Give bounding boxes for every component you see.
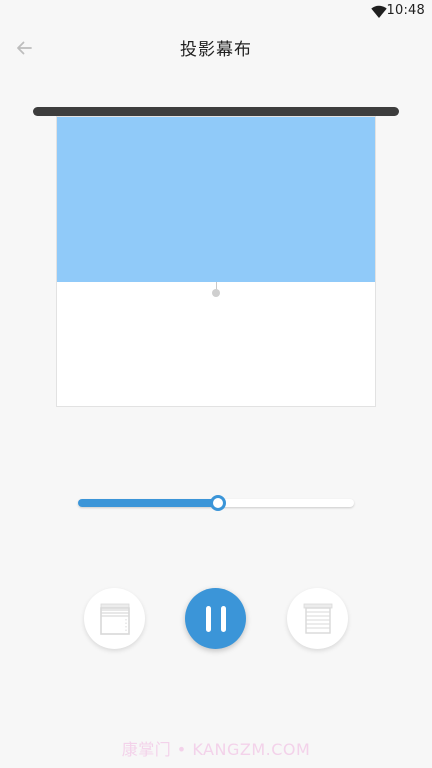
screen-canvas (56, 116, 376, 407)
blind-open-icon (99, 603, 130, 635)
control-buttons (0, 588, 432, 652)
close-button[interactable] (287, 588, 348, 649)
pause-icon (205, 605, 226, 632)
page-title: 投影幕布 (180, 40, 252, 60)
app-bar: 投影幕布 (0, 24, 432, 70)
screen-fabric (57, 117, 375, 282)
projection-screen (33, 106, 399, 407)
pause-button[interactable] (185, 588, 246, 649)
open-button[interactable] (84, 588, 145, 649)
slider-fill (78, 499, 218, 507)
watermark: 康掌门 • KANGZM.COM (121, 740, 311, 759)
slider-thumb[interactable] (210, 495, 226, 511)
position-slider[interactable] (78, 494, 354, 512)
pull-knob[interactable] (212, 289, 220, 297)
status-bar: 10:48 (0, 0, 432, 24)
blind-close-icon (303, 603, 332, 634)
screen-rail (33, 107, 399, 116)
status-time: 10:48 (386, 3, 425, 18)
wifi-icon (371, 5, 387, 18)
